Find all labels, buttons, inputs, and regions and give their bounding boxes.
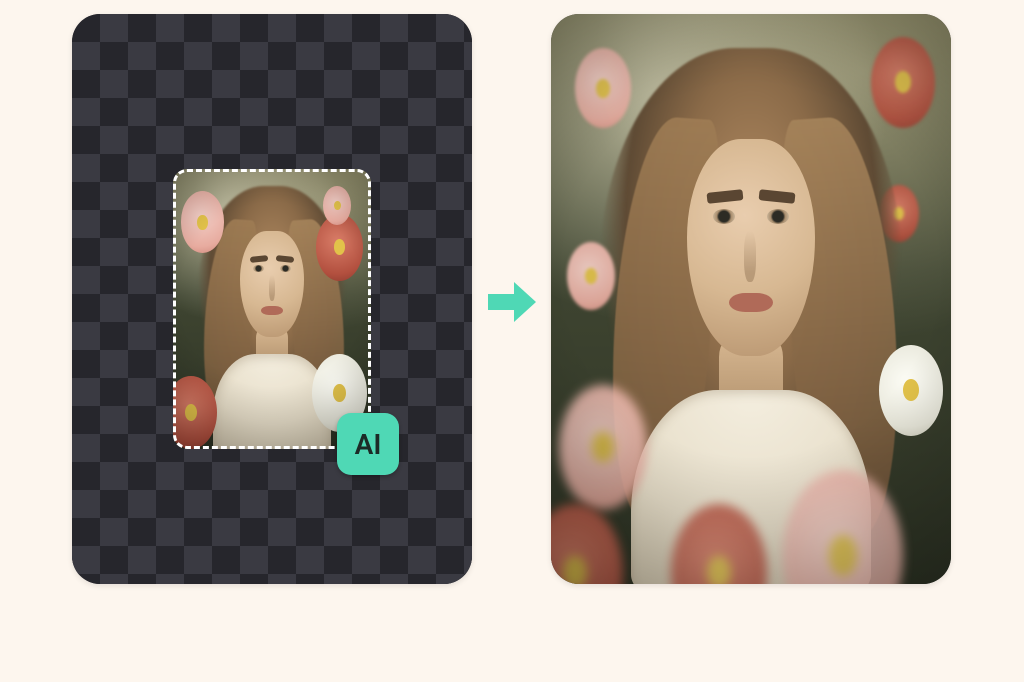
input-canvas-card: AI	[72, 14, 472, 584]
expanded-portrait-illustration	[551, 14, 951, 584]
arrow-right-icon	[486, 280, 538, 328]
ai-generate-button[interactable]: AI	[337, 413, 399, 475]
result-card	[551, 14, 951, 584]
original-image-selection[interactable]: AI	[173, 169, 371, 449]
original-photo	[173, 169, 371, 449]
ai-chip-label: AI	[355, 428, 382, 461]
outpaint-demo-stage: AI	[0, 0, 1024, 682]
portrait-illustration	[173, 169, 371, 449]
